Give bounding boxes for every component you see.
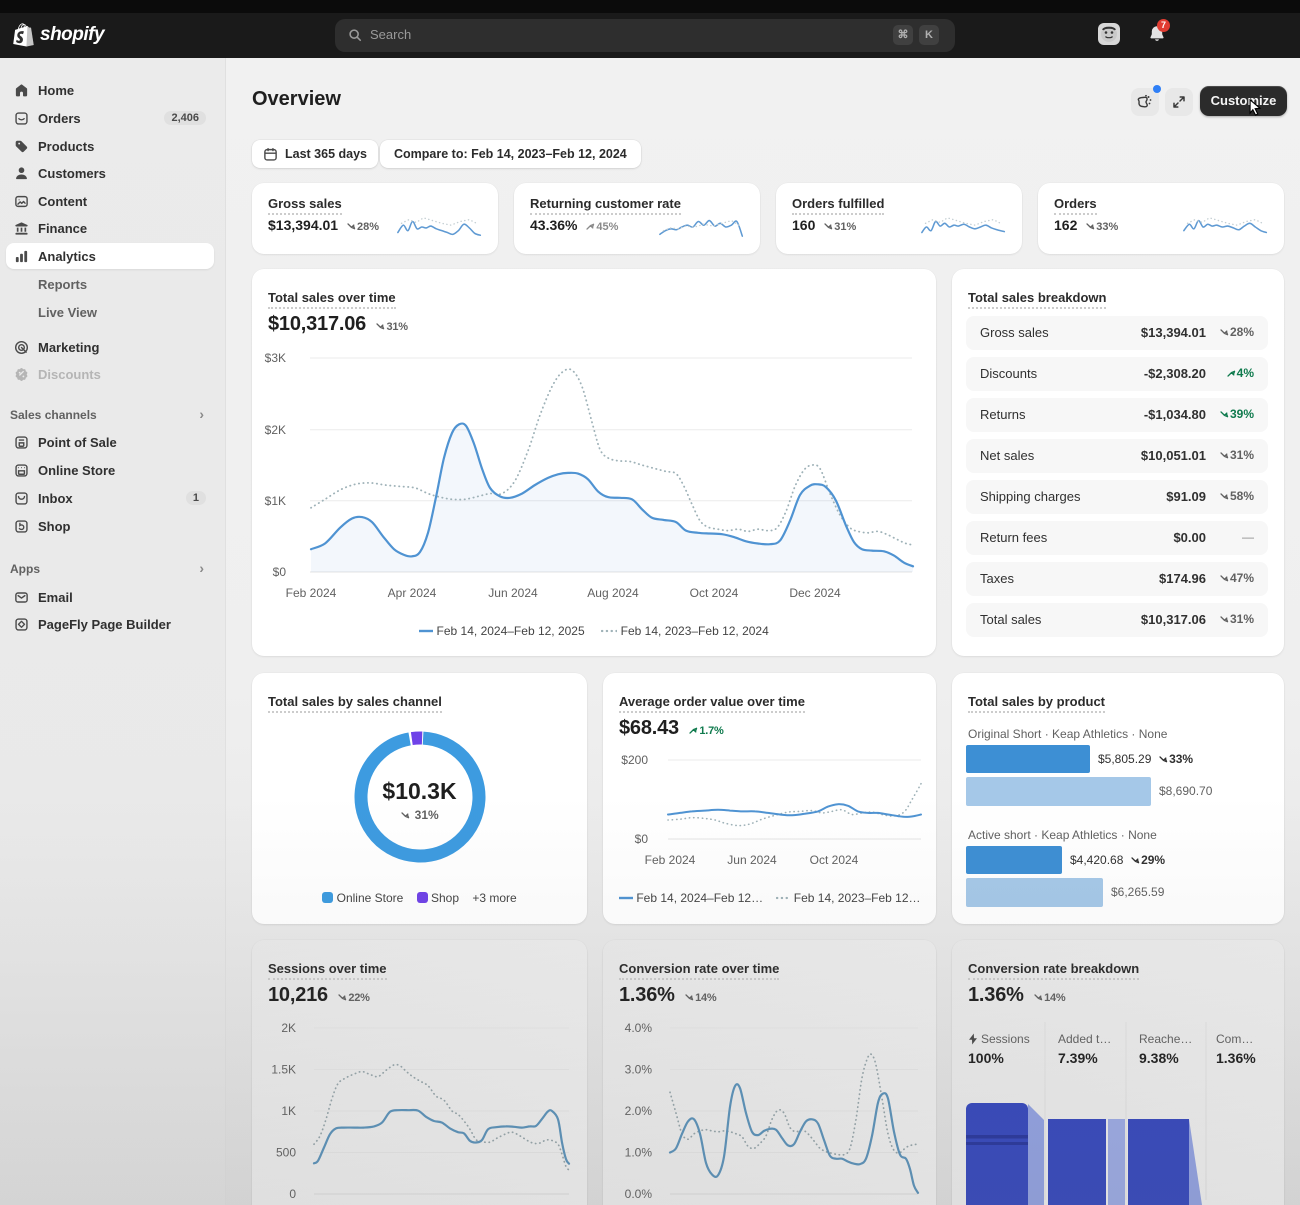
- svg-text:Jun 2024: Jun 2024: [727, 853, 777, 867]
- svg-text:Oct 2024: Oct 2024: [810, 853, 859, 867]
- svg-text:$2K: $2K: [265, 423, 286, 437]
- svg-text:0.0%: 0.0%: [625, 1187, 653, 1201]
- svg-text:Feb 2024: Feb 2024: [286, 586, 337, 600]
- svg-text:1K: 1K: [281, 1104, 296, 1118]
- svg-text:0: 0: [289, 1187, 296, 1201]
- svg-text:Aug 2024: Aug 2024: [587, 586, 639, 600]
- svg-text:Oct 2024: Oct 2024: [690, 586, 739, 600]
- svg-text:Apr 2024: Apr 2024: [388, 586, 437, 600]
- svg-text:1.0%: 1.0%: [625, 1146, 653, 1160]
- svg-text:1.5K: 1.5K: [271, 1063, 296, 1077]
- svg-text:2K: 2K: [281, 1021, 296, 1035]
- svg-text:$0: $0: [635, 832, 649, 846]
- svg-text:4.0%: 4.0%: [625, 1021, 653, 1035]
- svg-text:$3K: $3K: [265, 351, 286, 365]
- svg-text:$200: $200: [621, 753, 648, 767]
- svg-text:$1K: $1K: [265, 494, 286, 508]
- svg-text:500: 500: [276, 1146, 296, 1160]
- svg-text:$0: $0: [273, 565, 287, 579]
- svg-text:2.0%: 2.0%: [625, 1104, 653, 1118]
- svg-text:Jun 2024: Jun 2024: [488, 586, 538, 600]
- svg-text:3.0%: 3.0%: [625, 1063, 653, 1077]
- svg-text:Dec 2024: Dec 2024: [789, 586, 841, 600]
- svg-text:Feb 2024: Feb 2024: [645, 853, 696, 867]
